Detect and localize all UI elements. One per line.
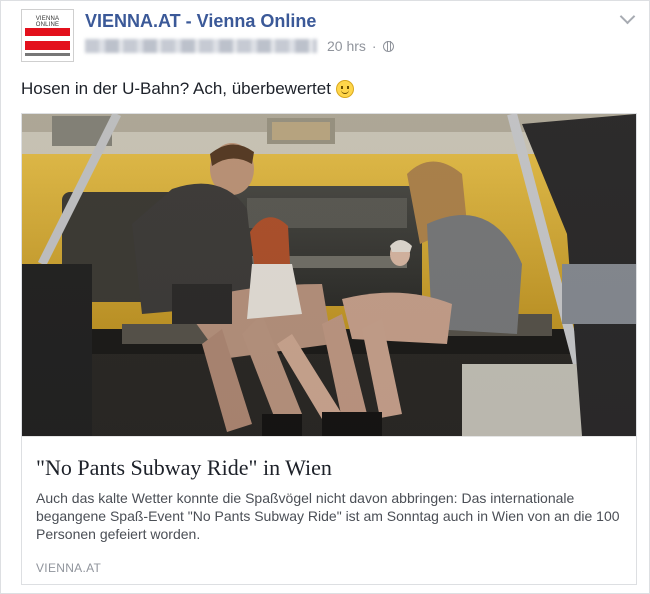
facebook-post: VIENNA ONLINE VIENNA.AT - Vienna Online … — [0, 0, 650, 594]
meta-separator: · — [371, 38, 377, 54]
link-card-text[interactable]: "No Pants Subway Ride" in Wien Auch das … — [22, 436, 636, 584]
avatar-logo-text: VIENNA ONLINE — [35, 16, 60, 28]
post-status: Hosen in der U-Bahn? Ach, überbewertet — [21, 79, 354, 99]
link-card-description: Auch das kalte Wetter konnte die Spaßvög… — [36, 490, 620, 542]
post-meta: 20 hrs · — [85, 38, 394, 54]
page-avatar[interactable]: VIENNA ONLINE — [21, 9, 74, 62]
link-card-image[interactable] — [22, 114, 636, 436]
link-card[interactable]: "No Pants Subway Ride" in Wien Auch das … — [21, 113, 637, 585]
post-timestamp[interactable]: 20 hrs — [327, 38, 366, 54]
smiley-icon — [335, 80, 354, 98]
blurred-author-name — [85, 39, 317, 53]
link-card-source: VIENNA.AT — [36, 561, 102, 575]
avatar-logo-strip — [25, 53, 70, 56]
subway-photo — [22, 114, 636, 436]
link-card-title[interactable]: "No Pants Subway Ride" in Wien — [36, 455, 332, 481]
page-name-link[interactable]: VIENNA.AT - Vienna Online — [85, 11, 316, 32]
post-status-text: Hosen in der U-Bahn? Ach, überbewertet — [21, 79, 331, 98]
globe-icon[interactable] — [382, 40, 394, 52]
chevron-down-icon[interactable] — [619, 8, 636, 25]
avatar-logo-band — [25, 28, 70, 50]
